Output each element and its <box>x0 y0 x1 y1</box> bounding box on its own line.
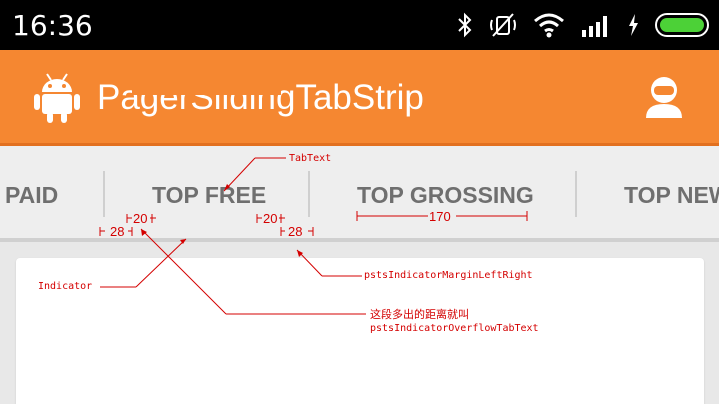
annotation-tab-text: TabText <box>289 153 332 164</box>
signal-icon <box>581 12 611 38</box>
content-card <box>16 258 704 404</box>
tab-strip: PAID TOP FREE TOP GROSSING TOP NEW <box>0 146 719 238</box>
annotation-overflow-name: pstsIndicatorOverflowTabText <box>370 323 539 334</box>
android-logo-icon <box>34 72 80 129</box>
tab-paid[interactable]: PAID <box>5 182 58 209</box>
tab-divider <box>575 171 577 217</box>
tab-indicator <box>132 81 281 95</box>
profile-icon[interactable] <box>644 75 684 124</box>
tab-top-free[interactable]: TOP FREE <box>152 182 266 209</box>
bluetooth-icon <box>457 12 473 38</box>
annotation-tab-width: 170 <box>429 209 451 224</box>
annotation-overflow-right: 20 <box>263 211 278 226</box>
tab-top-grossing[interactable]: TOP GROSSING <box>357 182 534 209</box>
annotation-overflow-description: 这段多出的距离就叫 <box>370 308 469 321</box>
annotation-overflow-left: 20 <box>133 211 148 226</box>
tab-top-new[interactable]: TOP NEW <box>624 182 719 209</box>
status-bar: 16:36 <box>0 0 719 50</box>
wifi-icon <box>533 12 565 38</box>
tab-divider <box>308 171 310 217</box>
tab-divider <box>103 171 105 217</box>
app-bar: PagerSlidingTabStrip <box>0 50 719 143</box>
annotation-margin-left-right: pstsIndicatorMarginLeftRight <box>364 270 533 281</box>
charging-icon <box>627 12 639 38</box>
status-time: 16:36 <box>12 9 93 42</box>
annotation-margin-right: 28 <box>288 224 303 239</box>
mute-icon <box>489 12 517 38</box>
annotation-indicator: Indicator <box>38 281 93 292</box>
tab-strip-underline <box>0 238 719 242</box>
battery-icon <box>655 12 711 38</box>
annotation-margin-left: 28 <box>110 224 125 239</box>
status-icons <box>457 10 711 40</box>
